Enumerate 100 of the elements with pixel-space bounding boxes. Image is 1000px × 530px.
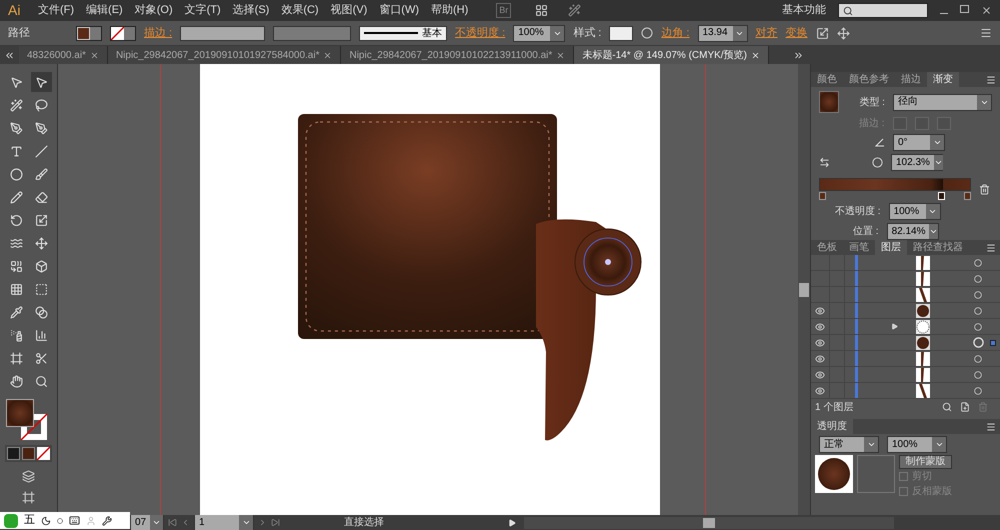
input-mode-label[interactable]: 五	[24, 512, 35, 529]
layer-row[interactable]	[811, 303, 1000, 319]
draw-mode-icon[interactable]	[22, 470, 35, 483]
recolor-icon[interactable]	[641, 27, 654, 39]
punctuation-icon[interactable]	[57, 518, 63, 524]
panel-menu-icon[interactable]	[980, 27, 992, 39]
close-tab-icon[interactable]	[323, 50, 332, 60]
panel-menu-icon[interactable]	[986, 422, 996, 432]
bridge-button[interactable]: Br	[496, 2, 512, 18]
brush-definition-field[interactable]: 基本	[359, 26, 448, 40]
menu-item[interactable]: 对象(O)	[134, 2, 173, 19]
visibility-icon[interactable]	[815, 306, 825, 316]
layer-row[interactable]	[811, 351, 1000, 367]
close-icon[interactable]	[981, 5, 992, 16]
panel-tab[interactable]: 颜色	[811, 72, 843, 87]
document-tab[interactable]: 未标题-14* @ 149.07% (CMYK/预览)	[574, 46, 769, 64]
panel-menu-icon[interactable]	[986, 242, 996, 252]
scroll-tabs-right-icon[interactable]	[793, 50, 804, 60]
panel-tab[interactable]: 画笔	[843, 240, 875, 255]
target-icon[interactable]	[972, 337, 984, 348]
none-mode-button[interactable]	[37, 447, 50, 460]
horizontal-scrollbar[interactable]	[524, 516, 894, 528]
color-mode-button[interactable]	[7, 447, 20, 460]
panel-tab[interactable]: 颜色参考	[843, 72, 895, 87]
last-artboard-icon[interactable]	[271, 518, 280, 527]
next-artboard-icon[interactable]	[258, 518, 267, 527]
close-tab-icon[interactable]	[556, 50, 566, 60]
vertical-scrollbar[interactable]	[798, 64, 810, 515]
menu-item[interactable]: 效果(C)	[281, 2, 319, 19]
visibility-icon[interactable]	[815, 386, 825, 396]
panel-tab[interactable]: 图层	[875, 240, 907, 255]
menu-item[interactable]: 窗口(W)	[379, 2, 419, 19]
panel-tab[interactable]: 渐变	[927, 72, 959, 87]
blend-mode-dropdown[interactable]: 正常	[819, 436, 879, 453]
opacity-field[interactable]: 100%	[513, 24, 566, 42]
variable-width-field[interactable]	[273, 26, 352, 40]
new-layer-icon[interactable]	[960, 402, 970, 412]
style-swatch[interactable]	[609, 26, 634, 40]
layer-row[interactable]	[811, 335, 1000, 351]
menu-item[interactable]: 编辑(E)	[86, 2, 123, 19]
stop-opacity-field[interactable]: 100%	[888, 203, 941, 220]
panel-tab[interactable]: 路径查找器	[907, 240, 969, 255]
layer-row[interactable]	[811, 271, 1000, 287]
make-mask-button[interactable]: 制作蒙版	[899, 455, 952, 469]
stroke-weight-field[interactable]	[180, 26, 266, 40]
visibility-icon[interactable]	[815, 370, 825, 380]
aspect-ratio-field[interactable]: 102.3%	[891, 154, 943, 171]
previous-artboard-icon[interactable]	[181, 518, 190, 527]
first-artboard-icon[interactable]	[168, 518, 177, 527]
search-icon[interactable]	[942, 402, 952, 412]
settings-icon[interactable]	[102, 516, 112, 526]
panel-tab[interactable]: 透明度	[811, 419, 853, 434]
layer-row[interactable]	[811, 367, 1000, 383]
keyboard-icon[interactable]	[69, 515, 80, 526]
layer-row[interactable]	[811, 383, 1000, 399]
color-stop[interactable]	[819, 192, 826, 200]
document-tab[interactable]: 48326000.ai*	[19, 46, 108, 64]
corner-radius-field[interactable]: 13.94	[698, 24, 748, 42]
tool-button[interactable]	[30, 72, 52, 92]
transparency-opacity-field[interactable]: 100%	[887, 436, 947, 453]
moon-icon[interactable]	[41, 516, 51, 526]
gradient-preview[interactable]	[819, 91, 840, 113]
color-stop[interactable]	[964, 192, 971, 200]
gradient-slider[interactable]	[819, 178, 971, 191]
panel-menu-icon[interactable]	[986, 74, 996, 84]
workspace-switcher[interactable]: 基本功能	[782, 2, 826, 19]
reverse-gradient-icon[interactable]	[819, 157, 830, 168]
clip-checkbox[interactable]	[899, 472, 908, 481]
layer-row[interactable]	[811, 255, 1000, 271]
fill-swatch[interactable]	[76, 26, 102, 40]
location-field[interactable]: 82.14%	[886, 223, 939, 240]
expand-arrow-icon[interactable]	[890, 323, 898, 330]
menu-item[interactable]: 文件(F)	[38, 2, 74, 19]
panel-tab[interactable]: 描边	[895, 72, 927, 87]
gradient-mode-button[interactable]	[22, 447, 35, 460]
menu-item[interactable]: 选择(S)	[232, 2, 270, 19]
gradient-type-dropdown[interactable]: 径向	[892, 94, 992, 110]
delete-stop-icon[interactable]	[979, 184, 990, 194]
search-field[interactable]	[838, 3, 928, 18]
scroll-tabs-left-icon[interactable]	[4, 50, 15, 60]
visibility-icon[interactable]	[815, 354, 825, 364]
fill-color-swatch[interactable]	[6, 399, 34, 427]
layer-row[interactable]	[811, 287, 1000, 303]
screen-mode-icon[interactable]	[22, 491, 35, 504]
stroke-swatch[interactable]	[110, 26, 136, 40]
document-tab[interactable]: Nipic_29842067_20190910102213911000.ai*	[341, 46, 574, 64]
arrange-documents-icon[interactable]	[535, 4, 548, 17]
status-menu-icon[interactable]	[508, 518, 516, 526]
layer-row[interactable]	[811, 319, 1000, 335]
menu-item[interactable]: 帮助(H)	[431, 2, 468, 19]
restore-icon[interactable]	[960, 5, 969, 13]
invert-mask-checkbox[interactable]	[899, 487, 908, 496]
close-tab-icon[interactable]	[90, 50, 99, 60]
menu-item[interactable]: 视图(V)	[330, 2, 368, 19]
close-tab-icon[interactable]	[750, 50, 760, 60]
angle-field[interactable]: 0°	[893, 134, 945, 151]
visibility-icon[interactable]	[815, 322, 825, 332]
zoom-field[interactable]: 07	[130, 514, 164, 530]
document-tab[interactable]: Nipic_29842067_20190910101927584000.ai*	[108, 46, 342, 64]
visibility-icon[interactable]	[815, 338, 825, 348]
